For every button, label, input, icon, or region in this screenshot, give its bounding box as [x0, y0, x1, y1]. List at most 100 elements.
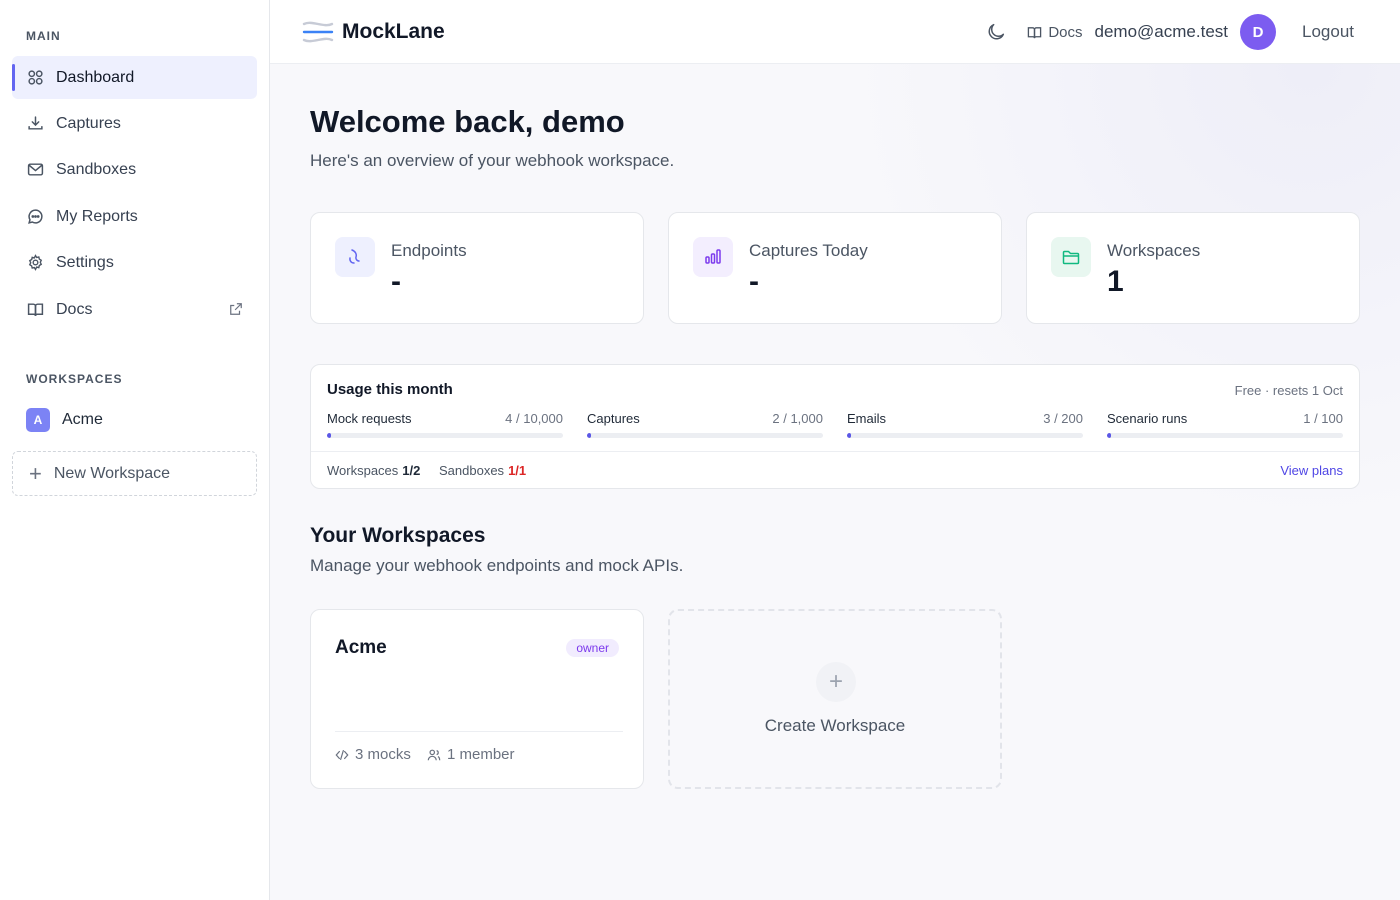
workspaces-limit-value: 1/2: [402, 463, 421, 478]
stat-label: Workspaces: [1107, 241, 1201, 260]
chat-icon: [26, 208, 44, 226]
usage-title: Usage this month: [327, 381, 453, 398]
workspace-card-acme[interactable]: Acme owner 3 mocks 1 member: [310, 609, 644, 789]
meter-fill: [587, 433, 591, 438]
page-subtitle: Here's an overview of your webhook works…: [310, 151, 675, 170]
usage-footer: Workspaces 1/2 Sandboxes 1/1 View plans: [311, 451, 1359, 489]
meter-fill: [1107, 433, 1111, 438]
members-count: 1 member: [427, 746, 515, 763]
sidebar-item-settings[interactable]: Settings: [12, 241, 257, 284]
workspaces-limit-label: Workspaces: [327, 463, 399, 478]
stat-value: -: [391, 265, 401, 298]
sidebar-item-label: Dashboard: [56, 68, 135, 86]
meter-name: Scenario runs: [1107, 411, 1188, 426]
page-title: Welcome back, demo: [310, 104, 625, 139]
new-workspace-label: New Workspace: [53, 464, 171, 482]
stat-label: Endpoints: [391, 241, 467, 260]
meter-mock-requests: Mock requests 4 / 10,000: [327, 411, 563, 438]
hook-icon: [335, 237, 375, 277]
header-actions: Docs demo@acme.test D Logout: [985, 14, 1354, 50]
download-icon: [26, 115, 44, 133]
meter-bar: [327, 433, 563, 438]
sidebar-item-label: My Reports: [56, 207, 138, 225]
top-header: MockLane Docs demo@acme.test D Logout: [270, 0, 1400, 64]
sidebar-item-label: Captures: [56, 114, 121, 132]
external-link-icon: [230, 303, 242, 315]
create-workspace-card[interactable]: + Create Workspace: [668, 609, 1002, 789]
stat-card-endpoints: Endpoints -: [310, 212, 644, 324]
meter-name: Emails: [847, 411, 887, 426]
workspace-card-name: Acme: [335, 637, 387, 658]
sidebar-item-label: Docs: [56, 300, 93, 318]
workspace-badge: A: [26, 408, 50, 432]
stat-value: -: [749, 265, 759, 298]
meter-name: Mock requests: [327, 411, 412, 426]
code-icon: [335, 749, 349, 760]
section-subtitle: Manage your webhook endpoints and mock A…: [310, 556, 684, 575]
sidebar-section-main: MAIN: [26, 29, 61, 43]
sandboxes-limit-label: Sandboxes: [439, 463, 505, 478]
meter-name: Captures: [587, 411, 640, 426]
book-icon: [1028, 26, 1042, 38]
new-workspace-button[interactable]: + New Workspace: [12, 451, 257, 496]
grid-icon: [26, 69, 44, 87]
sidebar: MAIN Dashboard Captures Sandboxes My Rep…: [0, 0, 270, 900]
sidebar-item-my-reports[interactable]: My Reports: [12, 195, 257, 238]
logout-button[interactable]: Logout: [1302, 22, 1354, 42]
stat-card-workspaces: Workspaces 1: [1026, 212, 1360, 324]
view-plans-link[interactable]: View plans: [1280, 463, 1343, 478]
mail-icon: [26, 161, 44, 179]
plus-icon: +: [816, 662, 856, 702]
meter-bar: [1107, 433, 1343, 438]
sidebar-section-workspaces: WORKSPACES: [26, 372, 123, 386]
logo-icon: [302, 21, 334, 43]
app-name: MockLane: [342, 20, 445, 43]
meter-bar: [587, 433, 823, 438]
avatar[interactable]: D: [1240, 14, 1276, 50]
stat-card-captures-today: Captures Today -: [668, 212, 1002, 324]
mocks-count-label: 3 mocks: [355, 746, 411, 763]
section-title: Your Workspaces: [310, 524, 486, 547]
sidebar-item-docs[interactable]: Docs: [12, 288, 257, 331]
sandboxes-limit-value: 1/1: [508, 463, 527, 478]
meter-emails: Emails 3 / 200: [847, 411, 1083, 438]
sandboxes-limit: Sandboxes 1/1: [439, 463, 526, 478]
plus-icon: +: [29, 460, 42, 486]
card-divider: [335, 731, 623, 732]
users-icon: [427, 749, 441, 760]
main-content: Welcome back, demo Here's an overview of…: [270, 64, 1400, 900]
meter-value: 2 / 1,000: [772, 411, 823, 426]
moon-icon[interactable]: [985, 21, 1007, 43]
sidebar-item-captures[interactable]: Captures: [12, 102, 257, 145]
meter-value: 1 / 100: [1303, 411, 1343, 426]
sidebar-workspace-acme[interactable]: A Acme: [26, 408, 103, 432]
meter-scenario-runs: Scenario runs 1 / 100: [1107, 411, 1343, 438]
meter-captures: Captures 2 / 1,000: [587, 411, 823, 438]
meter-fill: [847, 433, 851, 438]
meter-fill: [327, 433, 331, 438]
usage-plan: Free · resets 1 Oct: [1234, 383, 1343, 398]
sidebar-item-label: Settings: [56, 253, 114, 271]
sidebar-item-dashboard[interactable]: Dashboard: [12, 56, 257, 99]
folder-icon: [1051, 237, 1091, 277]
meter-value: 4 / 10,000: [505, 411, 563, 426]
sidebar-item-label: Sandboxes: [56, 160, 137, 178]
gear-icon: [26, 254, 44, 272]
book-icon: [26, 301, 44, 319]
workspace-name: Acme: [62, 411, 103, 428]
stat-value: 1: [1107, 265, 1124, 298]
create-workspace-label: Create Workspace: [764, 716, 906, 735]
stat-label: Captures Today: [749, 241, 868, 260]
workspaces-limit: Workspaces 1/2: [327, 463, 420, 478]
members-count-label: 1 member: [447, 746, 515, 763]
bar-chart-icon: [693, 237, 733, 277]
sidebar-item-sandboxes[interactable]: Sandboxes: [12, 148, 257, 191]
user-email: demo@acme.test: [1094, 22, 1228, 41]
mocks-count: 3 mocks: [335, 746, 411, 763]
docs-link[interactable]: Docs: [1027, 23, 1083, 41]
role-badge: owner: [566, 639, 619, 657]
docs-link-label: Docs: [1048, 23, 1083, 41]
usage-panel: Usage this month Free · resets 1 Oct Moc…: [310, 364, 1360, 489]
meter-value: 3 / 200: [1043, 411, 1083, 426]
logo[interactable]: MockLane: [302, 18, 445, 46]
